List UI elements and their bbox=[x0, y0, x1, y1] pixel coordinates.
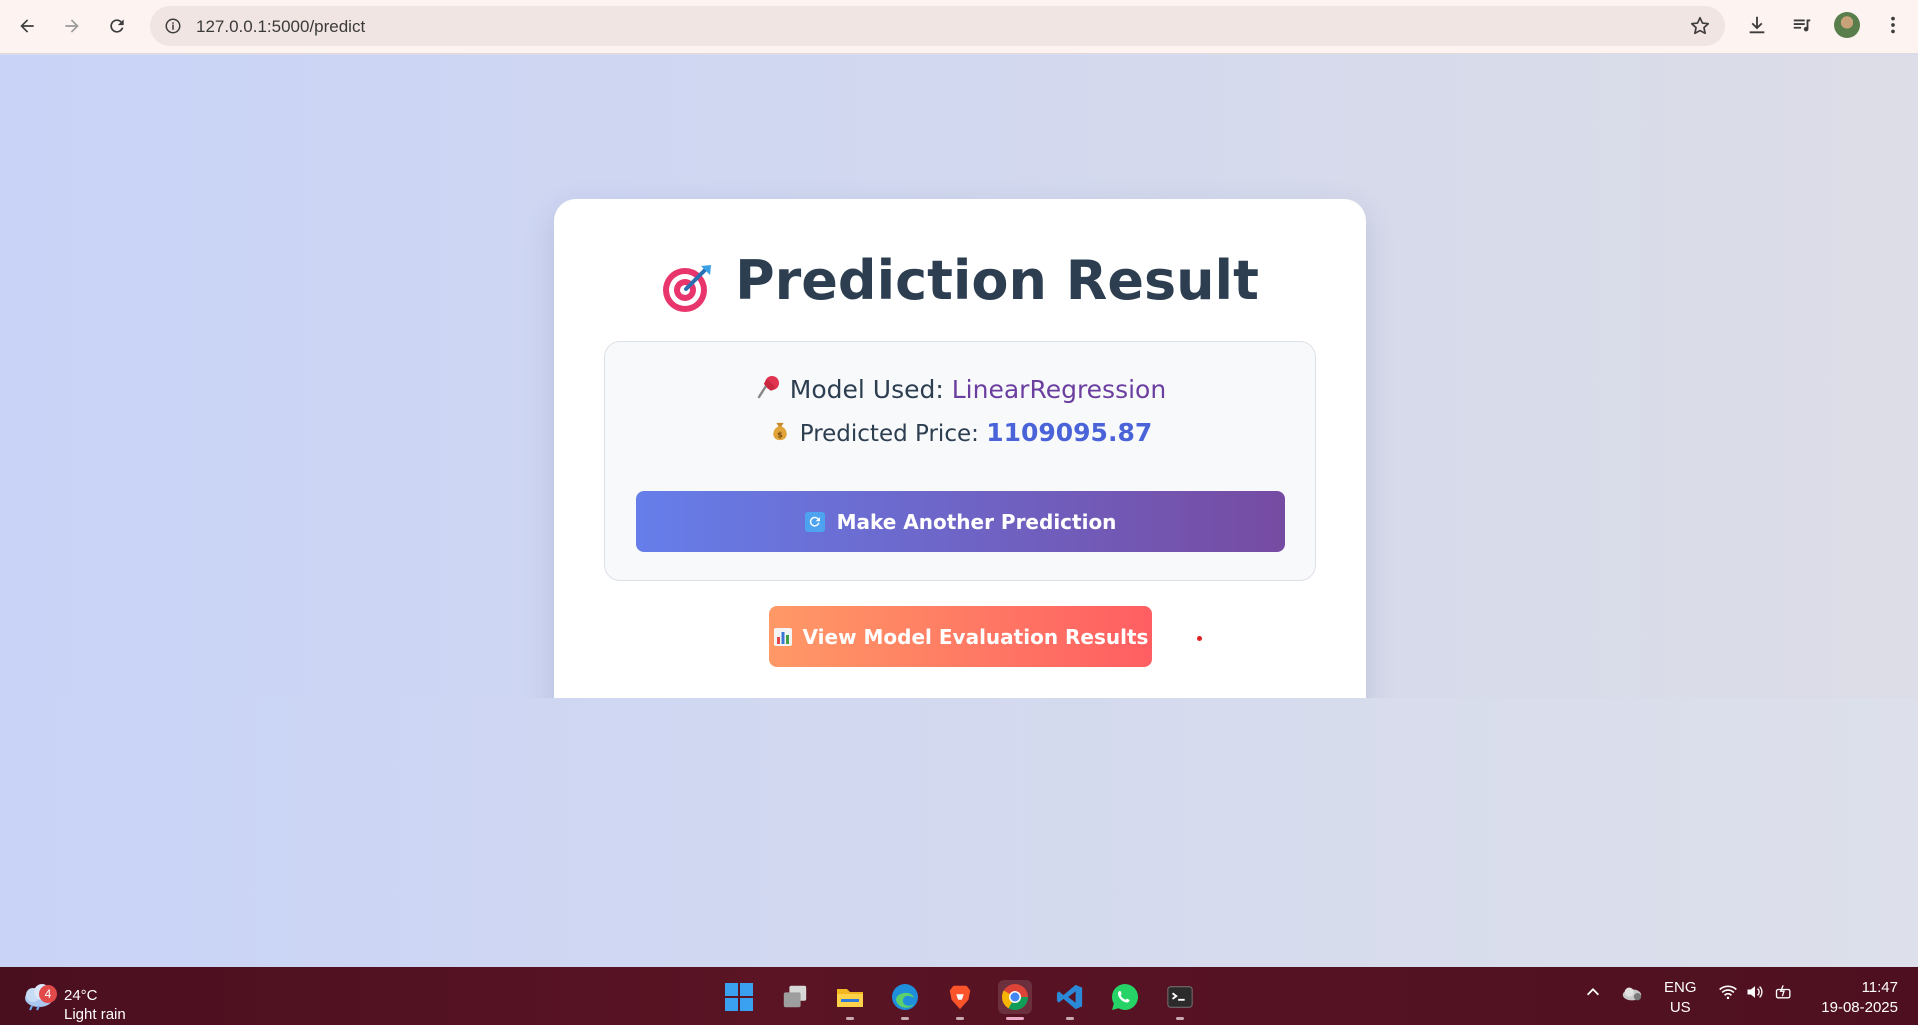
vscode-button[interactable] bbox=[1053, 980, 1087, 1014]
menu-kebab-icon[interactable] bbox=[1880, 12, 1906, 38]
address-bar[interactable]: 127.0.0.1:5000/predict bbox=[150, 6, 1725, 46]
arrow-right-icon bbox=[65, 19, 79, 33]
page-lower-background bbox=[0, 698, 1918, 967]
terminal-indicator bbox=[1176, 1017, 1184, 1020]
windows-logo-icon bbox=[725, 983, 753, 1011]
view-model-evaluation-button[interactable]: View Model Evaluation Results bbox=[769, 606, 1152, 667]
pushpin-icon bbox=[756, 374, 782, 406]
browser-toolbar: 127.0.0.1:5000/predict bbox=[0, 0, 1918, 54]
terminal-button[interactable] bbox=[1163, 980, 1197, 1014]
result-box: Model Used: LinearRegression $ Predicted… bbox=[604, 341, 1316, 581]
model-label: Model Used: bbox=[789, 375, 944, 404]
whatsapp-icon bbox=[1112, 984, 1139, 1010]
terminal-icon bbox=[1167, 986, 1193, 1008]
chrome-icon bbox=[1001, 984, 1029, 1011]
language-top: ENG bbox=[1664, 979, 1697, 996]
price-label: Predicted Price: bbox=[799, 421, 979, 447]
make-another-prediction-label: Make Another Prediction bbox=[836, 509, 1117, 534]
chrome-button[interactable] bbox=[998, 980, 1032, 1014]
chrome-indicator bbox=[1006, 1017, 1024, 1020]
weather-condition: Light rain bbox=[64, 1006, 126, 1023]
edge-indicator bbox=[901, 1017, 909, 1020]
start-button[interactable] bbox=[722, 980, 756, 1014]
brave-lion-icon bbox=[949, 985, 971, 1010]
battery-charging-icon[interactable] bbox=[1774, 983, 1794, 1005]
url-text[interactable]: 127.0.0.1:5000/predict bbox=[196, 17, 365, 37]
chevron-up-icon[interactable] bbox=[1584, 983, 1602, 1005]
language-indicator[interactable]: ENG US bbox=[1664, 978, 1697, 1018]
svg-text:$: $ bbox=[777, 429, 783, 439]
target-dart-icon bbox=[661, 253, 713, 316]
money-bag-icon: $ bbox=[770, 420, 790, 448]
result-card: Prediction Result Model Used: LinearRegr… bbox=[554, 199, 1366, 753]
arrow-left-icon bbox=[20, 19, 34, 33]
cursor-dot bbox=[1197, 636, 1202, 641]
wifi-icon[interactable] bbox=[1718, 983, 1738, 1005]
brave-button[interactable] bbox=[943, 980, 977, 1014]
view-model-evaluation-label: View Model Evaluation Results bbox=[802, 624, 1149, 649]
windows-taskbar: 4 24°C Light rain ENG US 11:47 19-08-202… bbox=[0, 967, 1918, 1025]
back-button[interactable] bbox=[10, 9, 44, 43]
brave-indicator bbox=[956, 1017, 964, 1020]
profile-avatar[interactable] bbox=[1834, 12, 1860, 38]
media-queue-icon[interactable] bbox=[1789, 12, 1815, 38]
whatsapp-button[interactable] bbox=[1108, 980, 1142, 1014]
vscode-icon bbox=[1056, 984, 1083, 1010]
clock-time: 11:47 bbox=[1861, 979, 1898, 996]
predicted-price-line: $ Predicted Price: 1109095.87 bbox=[605, 418, 1317, 448]
refresh-icon bbox=[804, 511, 825, 532]
model-used-line: Model Used: LinearRegression bbox=[605, 374, 1317, 406]
temperature: 24°C bbox=[64, 987, 98, 1004]
page-title: Prediction Result bbox=[554, 249, 1366, 316]
clock-date: 19-08-2025 bbox=[1821, 999, 1898, 1016]
explorer-indicator bbox=[846, 1017, 854, 1020]
make-another-prediction-button[interactable]: Make Another Prediction bbox=[636, 491, 1285, 552]
weather-widget[interactable]: 4 24°C Light rain bbox=[22, 975, 142, 1023]
page-background: Prediction Result Model Used: LinearRegr… bbox=[0, 55, 1918, 753]
price-value: 1109095.87 bbox=[986, 418, 1153, 447]
forward-button[interactable] bbox=[55, 9, 89, 43]
downloads-icon[interactable] bbox=[1744, 12, 1770, 38]
bookmark-star-icon[interactable] bbox=[1689, 15, 1711, 37]
model-value: LinearRegression bbox=[951, 375, 1167, 404]
folder-icon bbox=[837, 989, 863, 1007]
reload-icon bbox=[110, 19, 124, 33]
language-bottom: US bbox=[1669, 999, 1691, 1016]
site-info-icon[interactable] bbox=[162, 15, 184, 37]
system-clock[interactable]: 11:47 19-08-2025 bbox=[1821, 978, 1898, 1018]
reload-button[interactable] bbox=[100, 9, 134, 43]
volume-icon[interactable] bbox=[1745, 983, 1765, 1005]
bar-chart-icon bbox=[773, 627, 793, 647]
edge-icon bbox=[892, 984, 918, 1010]
edge-button[interactable] bbox=[888, 980, 922, 1014]
task-view-icon bbox=[783, 985, 807, 1008]
weather-badge: 4 bbox=[39, 985, 57, 1003]
onedrive-icon[interactable] bbox=[1621, 983, 1643, 1007]
task-view-button[interactable] bbox=[778, 980, 812, 1014]
title-text: Prediction Result bbox=[735, 249, 1259, 312]
file-explorer-button[interactable] bbox=[833, 980, 867, 1014]
vscode-indicator bbox=[1066, 1017, 1074, 1020]
